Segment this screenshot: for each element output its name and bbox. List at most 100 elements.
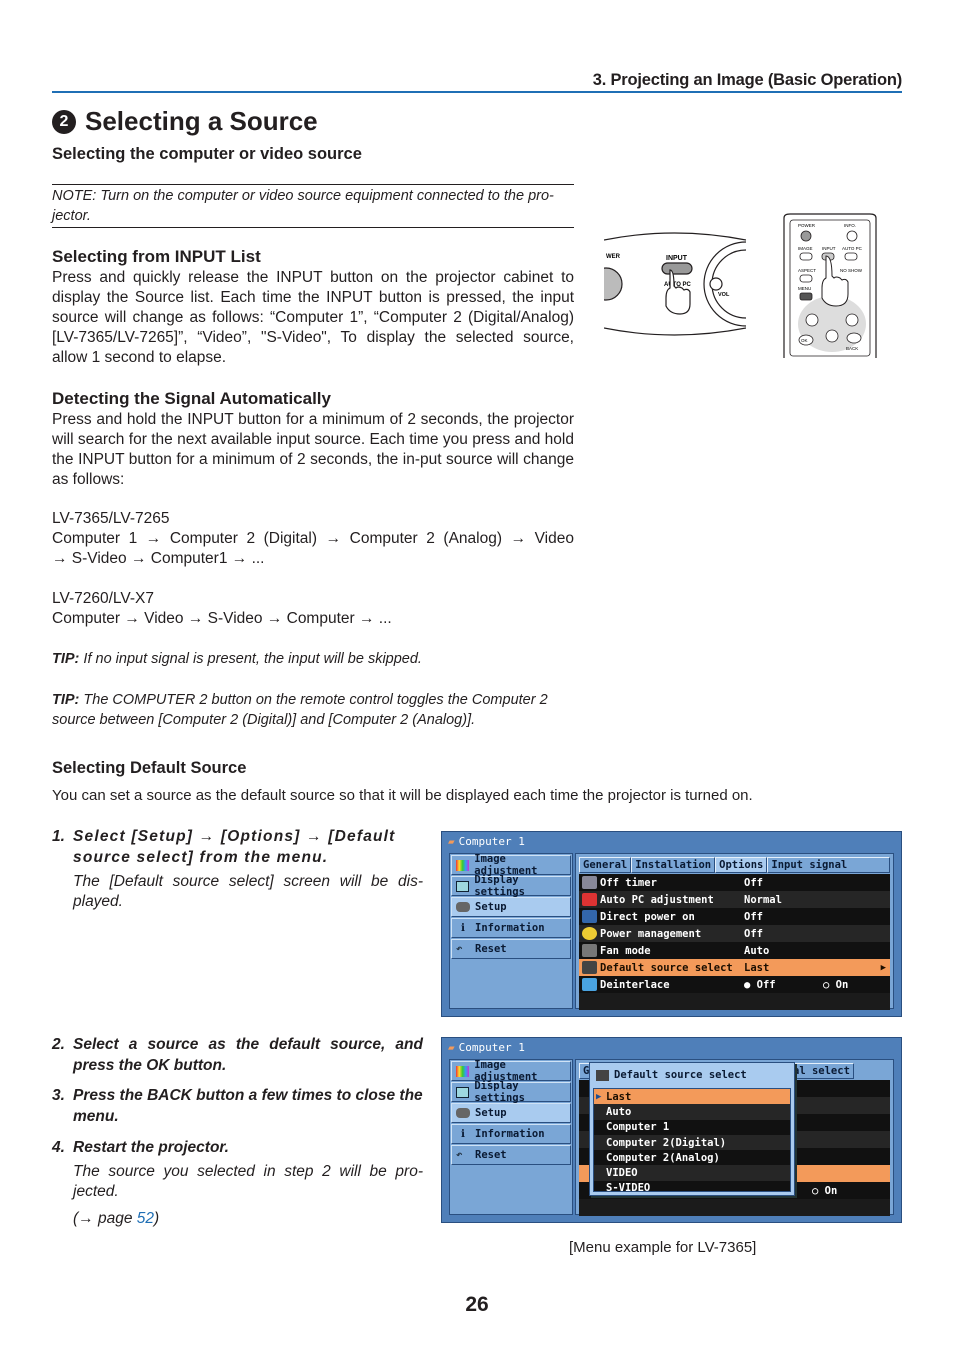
tip-2: TIP: The COMPUTER 2 button on the remote…	[52, 690, 574, 730]
osd-menu-display-settings[interactable]: Display settings	[451, 1080, 571, 1104]
row-off-timer[interactable]: Off timer Off	[579, 874, 890, 891]
radio-on[interactable]: ○ On	[823, 979, 848, 991]
step-4-sub: The source you selected in step 2 will b…	[73, 1163, 423, 1200]
value: Off	[744, 876, 763, 889]
osd-menu-reset[interactable]: ↶ Reset	[451, 1145, 571, 1165]
tip-label: TIP:	[52, 651, 80, 667]
remote-power-label: POWER	[798, 223, 816, 228]
row-deinterlace[interactable]: Deinterlace ● Off ○ On	[579, 976, 890, 993]
label: Computer 2(Digital)	[606, 1136, 727, 1149]
osd-menu-reset[interactable]: ↶ Reset	[451, 939, 571, 959]
row-power-management[interactable]: Power management Off	[579, 925, 890, 942]
vol-label: VOL	[718, 292, 730, 298]
step-4: 4. Restart the projector.	[52, 1137, 423, 1158]
reset-icon: ↶	[456, 1149, 463, 1161]
remote-back-button-icon	[846, 332, 862, 344]
label: Information	[475, 922, 545, 934]
tab-installation[interactable]: Installation	[631, 857, 716, 873]
fan-icon	[582, 944, 597, 957]
remote-down-button-icon	[825, 329, 839, 343]
popup-title-text: Default source select	[614, 1069, 747, 1081]
step-number: 2.	[52, 1036, 65, 1053]
remote-info-label: INFO.	[844, 223, 856, 228]
setup-icon	[456, 1108, 470, 1118]
display-settings-icon	[456, 880, 470, 892]
osd-menu-setup[interactable]: Setup	[451, 1103, 571, 1123]
osd-menu-image-adjustment[interactable]: Image adjustment	[451, 853, 571, 877]
tab-input-signal-select[interactable]: Input signal select	[767, 857, 890, 885]
osd-menu-information[interactable]: i Information	[451, 918, 571, 938]
value: Auto	[744, 944, 770, 957]
radio-off[interactable]: ● Off	[744, 979, 804, 991]
option-last[interactable]: ▶ Last	[594, 1089, 790, 1105]
label: Display settings	[474, 874, 525, 898]
osd-tabs: General Installation Options Input signa…	[579, 857, 890, 885]
label: Computer 2(Analog)	[606, 1151, 720, 1164]
step-3: 3. Press the BACK button a few times to …	[52, 1085, 423, 1127]
option-auto[interactable]: Auto	[594, 1104, 790, 1120]
tab-options[interactable]: Options	[715, 857, 768, 873]
row-default-source-select[interactable]: Default source select Last ▶	[579, 959, 890, 976]
osd-menu-display-settings[interactable]: Display settings	[451, 874, 571, 898]
label: Last	[606, 1090, 632, 1103]
remote-autopc-label: AUTO PC	[842, 246, 863, 251]
row-fan-mode[interactable]: Fan mode Auto	[579, 942, 890, 959]
osd-menu-information[interactable]: i Information	[451, 1124, 571, 1144]
option-computer-2-analog[interactable]: Computer 2(Analog)	[594, 1150, 790, 1165]
direct-power-icon	[582, 910, 597, 923]
osd-menu-image-adjustment[interactable]: Image adjustment	[451, 1059, 571, 1083]
power-management-icon	[582, 927, 597, 940]
label: S-VIDEO	[606, 1182, 651, 1195]
option-computer-1[interactable]: Computer 1	[594, 1120, 790, 1135]
remote-info-button-icon	[846, 230, 858, 242]
option-computer-2-digital[interactable]: Computer 2(Digital)	[594, 1134, 790, 1151]
section-subtitle: Selecting the computer or video source	[52, 145, 362, 163]
osd-options-list: Off timer Off Auto PC adjustment Normal Di…	[579, 874, 890, 1010]
remote-image-label: IMAGE	[798, 246, 813, 251]
remote-control-illustration: POWER INFO. IMAGE INPUT AUTO PC ASPECT N…	[783, 213, 877, 358]
tab-general[interactable]: General	[579, 857, 632, 873]
label: Auto	[606, 1105, 632, 1118]
osd-menu-default-source: ▰ Computer 1 Image adjustment Display set…	[441, 1037, 902, 1223]
option-s-video[interactable]: S-VIDEO	[594, 1181, 790, 1196]
step-number: 3.	[52, 1087, 65, 1104]
remote-right-button-icon	[845, 313, 859, 327]
label: Display settings	[474, 1080, 525, 1104]
auto-detect-body: Press and hold the INPUT button for a mi…	[52, 411, 574, 488]
setup-icon	[456, 902, 470, 912]
source-icon	[582, 961, 597, 974]
sequence-a-line1: Computer 1 → Computer 2 (Digital) → Comp…	[52, 530, 574, 547]
page-reference: (→ page 52)	[73, 1209, 423, 1229]
tip-text: If no input signal is present, the input…	[79, 651, 422, 667]
vol-left-button-icon	[709, 277, 723, 291]
osd-left-menu: Image adjustment Display settings Setup …	[449, 1059, 573, 1215]
row-auto-pc-adjustment[interactable]: Auto PC adjustment Normal	[579, 891, 890, 908]
osd-menu-setup[interactable]: Setup	[451, 897, 571, 917]
label: Setup	[475, 901, 507, 913]
step-text: Restart the projector.	[73, 1139, 229, 1156]
label: Computer 1	[606, 1121, 670, 1134]
radio-on[interactable]: ○ On	[812, 1185, 837, 1197]
remote-noshow-label: NO SHOW	[840, 268, 863, 273]
label: Auto PC adjustment	[600, 893, 714, 906]
page-number: 26	[465, 1293, 489, 1316]
reset-icon: ↶	[456, 943, 463, 955]
option-video[interactable]: VIDEO	[594, 1165, 790, 1181]
label: Off timer	[600, 876, 657, 889]
label: Reset	[475, 943, 507, 955]
osd-title: ▰ Computer 1	[448, 835, 525, 848]
remote-ok-label: OK	[801, 338, 808, 343]
input-list-body: Press and quickly release the INPUT butt…	[52, 269, 574, 366]
osd-title: ▰ Computer 1	[448, 1041, 525, 1054]
projector-cabinet-illustration: WER INPUT AUTO PC VOL	[604, 232, 746, 336]
label: Reset	[475, 1149, 507, 1161]
value: Last	[744, 961, 770, 974]
row-direct-power-on[interactable]: Direct power on Off	[579, 908, 890, 925]
step-text: Press the BACK button a few times to clo…	[73, 1087, 423, 1125]
power-button-icon	[604, 267, 623, 301]
value: Off	[744, 910, 763, 923]
tab-input-signal-select-partial[interactable]: al select	[789, 1063, 854, 1079]
page-52-link[interactable]: 52	[137, 1210, 154, 1227]
source-options-list: ▶ Last Auto Computer 1 Computer 2(Digital…	[593, 1088, 791, 1194]
osd-title-text: Computer 1	[458, 835, 525, 848]
